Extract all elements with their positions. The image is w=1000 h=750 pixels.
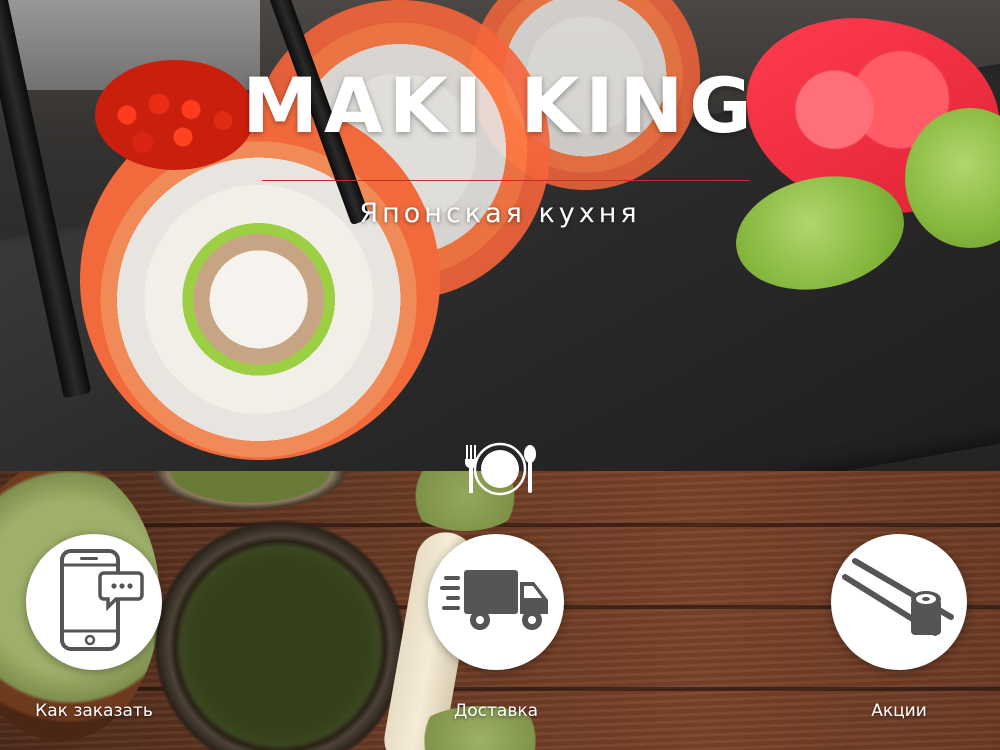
plate-cutlery-icon: [459, 441, 541, 497]
tea-cup-top: [150, 471, 350, 511]
how-to-order-label[interactable]: Как заказать: [0, 701, 194, 721]
title-divider: [262, 180, 750, 181]
hero-banner: MAKI KING Японская кухня: [0, 0, 1000, 471]
phone-chat-icon: [44, 545, 144, 659]
delivery-truck-icon: [440, 560, 552, 644]
sushi-chopsticks-icon: [841, 555, 957, 649]
delivery-button[interactable]: [428, 534, 564, 670]
site-subtitle: Японская кухня: [359, 198, 641, 229]
promotions-button[interactable]: [831, 534, 967, 670]
promotions-label[interactable]: Акции: [799, 701, 999, 721]
delivery-label[interactable]: Доставка: [396, 701, 596, 721]
how-to-order-button[interactable]: [26, 534, 162, 670]
site-title: MAKI KING: [242, 61, 758, 150]
